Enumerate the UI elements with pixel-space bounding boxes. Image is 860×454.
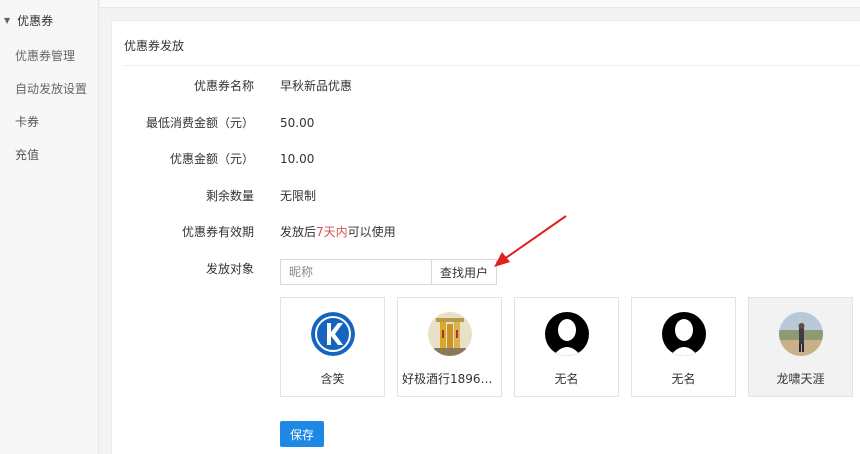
validity-value: 发放后7天内可以使用 <box>280 222 396 242</box>
validity-prefix: 发放后 <box>280 225 317 239</box>
form-row-validity: 优惠券有效期 发放后7天内可以使用 <box>112 222 860 242</box>
coupon-issue-panel: 优惠券发放 优惠券名称 早秋新品优惠 最低消费金额（元） 50.00 优惠金额（… <box>111 20 860 454</box>
sidebar-item-cards[interactable]: 卡券 <box>0 106 98 139</box>
sidebar-item-auto-issue-settings[interactable]: 自动发放设置 <box>0 73 98 106</box>
remaining-value: 无限制 <box>280 189 317 203</box>
remaining-label: 剩余数量 <box>205 189 254 203</box>
default-user-icon <box>544 312 589 356</box>
form-row-remaining: 剩余数量 无限制 <box>112 186 860 206</box>
validity-suffix: 可以使用 <box>347 225 396 239</box>
page-title: 优惠券发放 <box>124 39 185 53</box>
user-name: 好极酒行189610... <box>402 372 501 386</box>
user-card-list: 含笑 好极酒行189610... 无名 无名 龙啸天涯 <box>280 297 860 397</box>
avatar <box>544 312 589 356</box>
validity-label: 优惠券有效期 <box>181 225 254 239</box>
sidebar-group-coupons[interactable]: ▼ 优惠券 <box>0 0 98 40</box>
divider <box>124 65 860 66</box>
form-row-min-spend: 最低消费金额（元） 50.00 <box>112 113 860 133</box>
user-card[interactable]: 无名 <box>631 297 736 397</box>
discount-value: 10.00 <box>280 152 315 166</box>
sidebar-item-coupon-management[interactable]: 优惠券管理 <box>0 40 98 73</box>
user-name: 龙啸天涯 <box>776 372 825 386</box>
save-button[interactable]: 保存 <box>280 421 324 447</box>
validity-days: 7天内 <box>316 225 348 239</box>
avatar <box>427 312 472 356</box>
liquor-bottles-photo <box>427 312 472 356</box>
sidebar-group-label: 优惠券 <box>17 13 54 28</box>
user-name: 无名 <box>554 372 579 386</box>
k-logo-icon <box>310 312 355 356</box>
user-card[interactable]: 无名 <box>514 297 619 397</box>
target-label: 发放对象 <box>205 262 254 276</box>
user-card-selected[interactable]: 龙啸天涯 <box>748 297 853 397</box>
user-name: 含笑 <box>320 372 345 386</box>
find-user-button[interactable]: 查找用户 <box>431 260 496 284</box>
user-search-box: 查找用户 <box>280 259 497 285</box>
discount-label: 优惠金额（元） <box>169 152 254 166</box>
avatar <box>310 312 355 356</box>
user-card[interactable]: 好极酒行189610... <box>397 297 502 397</box>
coupon-name-label: 优惠券名称 <box>193 79 254 93</box>
default-user-icon <box>661 312 706 356</box>
min-spend-value: 50.00 <box>280 116 315 130</box>
form-row-discount: 优惠金额（元） 10.00 <box>112 149 860 169</box>
sidebar-item-recharge[interactable]: 充值 <box>0 139 98 172</box>
top-bar <box>100 0 860 8</box>
caret-down-icon: ▼ <box>4 15 11 25</box>
min-spend-label: 最低消费金额（元） <box>145 116 254 130</box>
avatar <box>661 312 706 356</box>
user-name: 无名 <box>671 372 696 386</box>
form-row-coupon-name: 优惠券名称 早秋新品优惠 <box>112 76 860 96</box>
user-card[interactable]: 含笑 <box>280 297 385 397</box>
nickname-search-input[interactable] <box>281 260 431 284</box>
sidebar: ▼ 优惠券 优惠券管理 自动发放设置 卡券 充值 <box>0 0 99 454</box>
avatar <box>778 312 823 356</box>
outdoor-person-photo <box>778 312 823 356</box>
coupon-name-value: 早秋新品优惠 <box>280 79 353 93</box>
